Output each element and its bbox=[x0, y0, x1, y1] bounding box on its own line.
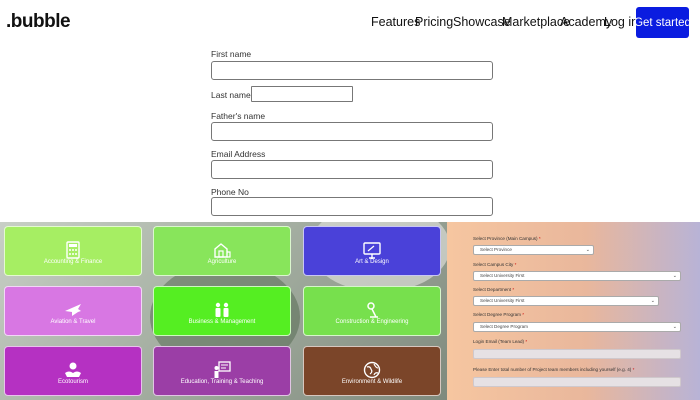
nav-link-pricing[interactable]: Pricing bbox=[415, 15, 453, 29]
chevron-down-icon: ⌄ bbox=[650, 298, 655, 304]
top-navbar: .bubble Features Pricing Showcase Market… bbox=[0, 0, 700, 46]
department-label-text: Select Department bbox=[473, 287, 512, 292]
required-mark: * bbox=[632, 367, 635, 372]
tile-label: Accounting & Finance bbox=[43, 259, 103, 265]
city-label-text: Select Campus City bbox=[473, 262, 514, 267]
tile-label: Environment & Wildlife bbox=[341, 379, 403, 385]
required-mark: * bbox=[525, 339, 528, 344]
chevron-down-icon: ⌄ bbox=[672, 324, 677, 330]
tile-education-training[interactable]: Education, Training & Teaching bbox=[153, 346, 291, 396]
registration-panel: Select Province (Main Campus) * Select P… bbox=[447, 222, 700, 400]
bubble-logo[interactable]: .bubble bbox=[6, 11, 71, 33]
tile-label: Art & Design bbox=[355, 259, 389, 265]
login-email-input[interactable] bbox=[473, 349, 681, 359]
globe-icon bbox=[363, 361, 381, 379]
monitor-icon bbox=[363, 242, 381, 259]
department-select[interactable]: Select University First ⌄ bbox=[473, 296, 659, 306]
team-members-label: Please Enter total number of Project tea… bbox=[473, 367, 634, 372]
nav-link-features[interactable]: Features bbox=[371, 15, 420, 29]
farm-icon bbox=[214, 243, 231, 258]
required-mark: * bbox=[538, 236, 541, 241]
tile-accounting-finance[interactable]: Accounting & Finance bbox=[4, 226, 142, 276]
team-members-input[interactable] bbox=[473, 377, 681, 387]
fathers-name-input[interactable] bbox=[211, 122, 493, 141]
phone-input[interactable] bbox=[211, 197, 493, 216]
chevron-down-icon: ⌄ bbox=[672, 273, 677, 279]
teaching-board-icon bbox=[214, 361, 231, 378]
tile-label: Education, Training & Teaching bbox=[180, 379, 264, 385]
city-select[interactable]: Select University First ⌄ bbox=[473, 271, 681, 281]
city-label: Select Campus City * bbox=[473, 262, 516, 267]
team-members-label-text: Please Enter total number of Project tea… bbox=[473, 367, 632, 372]
province-label: Select Province (Main Campus) * bbox=[473, 236, 541, 241]
eco-hands-icon bbox=[65, 362, 81, 377]
tile-label: Business & Management bbox=[188, 319, 256, 325]
department-label: Select Department * bbox=[473, 287, 514, 292]
tile-label: Agriculture bbox=[207, 259, 237, 265]
degree-select-value: Select Degree Program bbox=[480, 324, 529, 329]
degree-label-text: Select Degree Program bbox=[473, 312, 522, 317]
first-name-input[interactable] bbox=[211, 61, 493, 80]
calculator-icon bbox=[66, 241, 80, 259]
nav-link-login[interactable]: Log in bbox=[604, 15, 638, 29]
tile-construction-engineering[interactable]: Construction & Engineering bbox=[303, 286, 441, 336]
tile-agriculture[interactable]: Agriculture bbox=[153, 226, 291, 276]
province-label-text: Select Province (Main Campus) bbox=[473, 236, 538, 241]
login-email-label: Login Email (Team Lead) * bbox=[473, 339, 527, 344]
phone-label: Phone No bbox=[211, 187, 249, 197]
tile-environment-wildlife[interactable]: Environment & Wildlife bbox=[303, 346, 441, 396]
required-mark: * bbox=[512, 287, 515, 292]
province-select[interactable]: Select Province ⌄ bbox=[473, 245, 594, 255]
department-select-value: Select University First bbox=[480, 298, 525, 303]
business-people-icon bbox=[215, 302, 229, 317]
email-label: Email Address bbox=[211, 149, 266, 159]
tile-ecotourism[interactable]: Ecotourism bbox=[4, 346, 142, 396]
required-mark: * bbox=[514, 262, 517, 267]
last-name-input[interactable] bbox=[251, 86, 353, 102]
degree-select[interactable]: Select Degree Program ⌄ bbox=[473, 322, 681, 332]
get-started-button[interactable]: Get started bbox=[634, 7, 691, 38]
first-name-label: First name bbox=[211, 49, 252, 59]
tile-business-management[interactable]: Business & Management bbox=[153, 286, 291, 336]
engineering-icon bbox=[367, 302, 378, 318]
city-select-value: Select University First bbox=[480, 273, 525, 278]
tile-art-design[interactable]: Art & Design bbox=[303, 226, 441, 276]
chevron-down-icon: ⌄ bbox=[585, 247, 590, 253]
last-name-label: Last name bbox=[211, 90, 251, 100]
required-mark: * bbox=[522, 312, 525, 317]
category-tiles-section: Accounting & Finance Agriculture Art & D… bbox=[0, 222, 447, 400]
degree-label: Select Degree Program * bbox=[473, 312, 524, 317]
tile-aviation-travel[interactable]: Aviation & Travel bbox=[4, 286, 142, 336]
tile-label: Construction & Engineering bbox=[335, 319, 409, 325]
fathers-name-label: Father's name bbox=[211, 111, 266, 121]
province-select-value: Select Province bbox=[480, 247, 512, 252]
airplane-icon bbox=[65, 304, 81, 316]
tile-label: Ecotourism bbox=[57, 379, 88, 385]
login-email-label-text: Login Email (Team Lead) bbox=[473, 339, 525, 344]
email-input[interactable] bbox=[211, 160, 493, 179]
tile-label: Aviation & Travel bbox=[50, 319, 96, 325]
